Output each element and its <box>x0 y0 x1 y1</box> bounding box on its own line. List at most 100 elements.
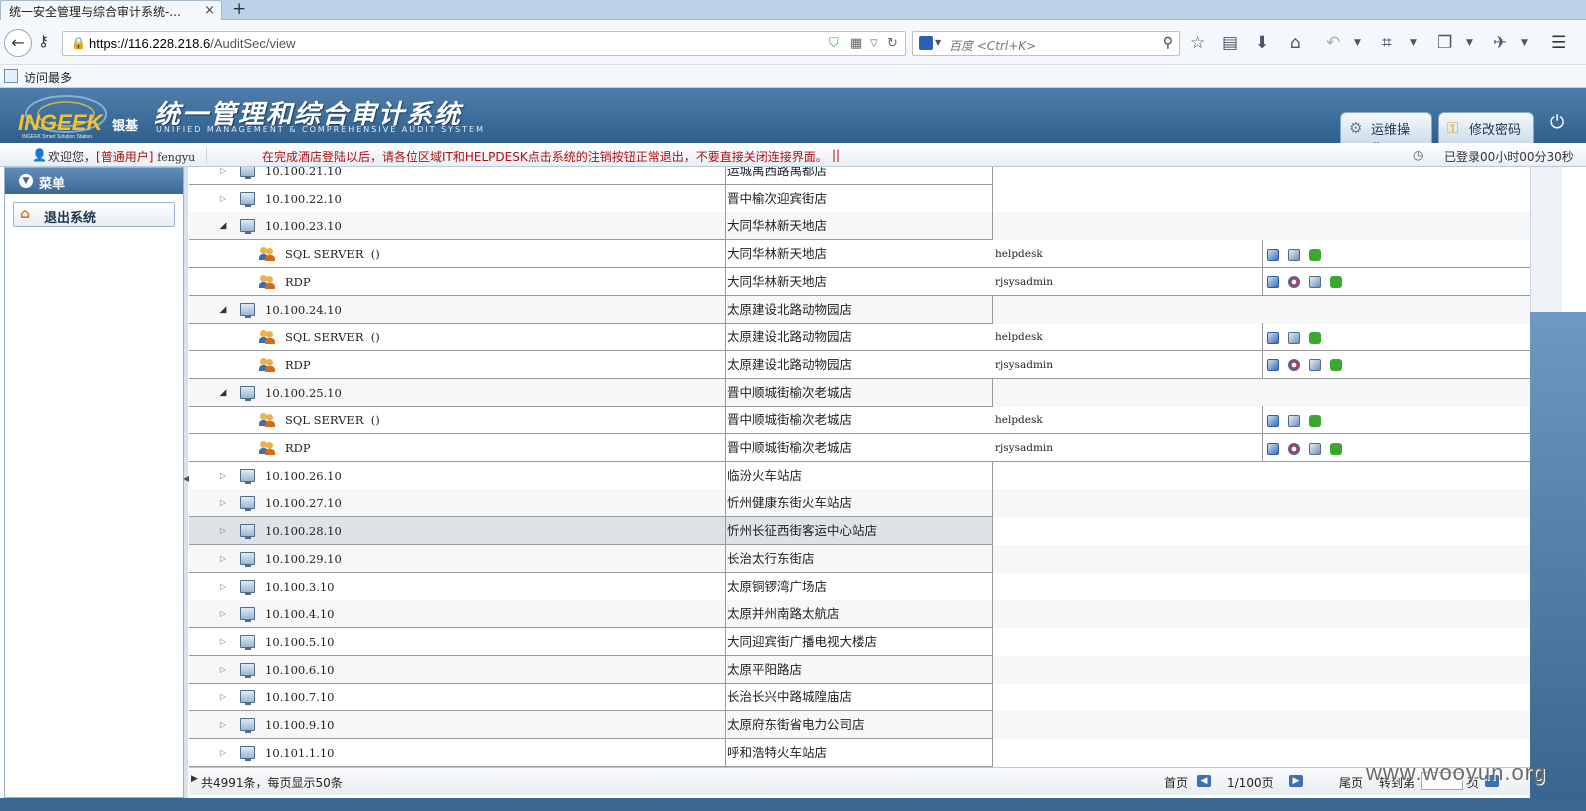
host-row[interactable]: ▷ 10.100.27.10 忻州健康东街火车站店 <box>189 489 1530 518</box>
host-ip[interactable]: 10.100.5.10 <box>265 628 335 655</box>
connect-icon[interactable] <box>1267 414 1279 427</box>
plugin-icon[interactable] <box>1330 359 1342 372</box>
connect-icon[interactable] <box>1267 442 1279 455</box>
host-ip[interactable]: 10.100.7.10 <box>265 683 335 710</box>
key-icon[interactable]: ⚷ <box>38 32 49 50</box>
star-icon[interactable]: ☆ <box>1190 33 1205 53</box>
chevron-down-icon[interactable]: ▼ <box>1466 38 1473 48</box>
host-row[interactable]: ◢ 10.100.24.10 太原建设北路动物园店 <box>189 295 1530 324</box>
search-bar[interactable]: ▼ 百度 <Ctrl+K> ⚲ <box>912 31 1180 56</box>
service-name[interactable]: RDP <box>285 351 311 379</box>
browser-icon[interactable] <box>1288 442 1300 455</box>
host-row[interactable]: ▷ 10.100.22.10 晋中榆次迎宾街店 <box>189 184 1530 213</box>
service-name[interactable]: SQL SERVER () <box>285 323 380 351</box>
host-ip[interactable]: 10.100.23.10 <box>265 212 342 239</box>
download-icon[interactable]: ⬇ <box>1255 33 1269 53</box>
expand-icon[interactable]: ▷ <box>218 489 228 516</box>
plugin-icon[interactable] <box>1330 276 1342 289</box>
expand-icon[interactable]: ▷ <box>218 683 228 710</box>
expand-arrow-icon[interactable]: ▶ <box>191 774 198 784</box>
session-icon[interactable] <box>1309 276 1321 289</box>
hamburger-menu-icon[interactable]: ☰ <box>1551 33 1566 53</box>
host-row[interactable]: ▷ 10.100.5.10 大同迎宾街广播电视大楼店 <box>189 627 1530 656</box>
host-row[interactable]: ▷ 10.100.7.10 长治长兴中路城隍庙店 <box>189 683 1530 712</box>
search-engine-icon[interactable] <box>919 36 933 50</box>
session-icon[interactable] <box>1288 331 1300 344</box>
expand-icon[interactable]: ▷ <box>218 573 228 600</box>
chevron-down-icon[interactable]: ▼ <box>1521 38 1528 48</box>
search-icon[interactable]: ⚲ <box>1163 35 1173 51</box>
expand-icon[interactable]: ▷ <box>218 545 228 572</box>
first-page-button[interactable]: 首页 <box>1164 774 1188 791</box>
host-ip[interactable]: 10.100.4.10 <box>265 600 335 627</box>
session-icon[interactable] <box>1288 414 1300 427</box>
scrollbar[interactable] <box>1530 167 1562 312</box>
host-row[interactable]: ▷ 10.100.28.10 忻州长征西街客运中心站店 <box>189 517 1530 546</box>
expand-icon[interactable]: ▷ <box>218 462 228 489</box>
plugin-icon[interactable] <box>1309 414 1321 427</box>
expand-icon[interactable]: ▷ <box>218 739 228 766</box>
host-row[interactable]: ◢ 10.100.25.10 晋中顺城街榆次老城店 <box>189 378 1530 407</box>
host-row[interactable]: ◢ 10.100.23.10 大同华林新天地店 <box>189 212 1530 241</box>
url-text[interactable]: https://116.228.218.6/AuditSec/view <box>89 36 295 51</box>
expand-icon[interactable]: ▷ <box>218 167 228 184</box>
shield-icon[interactable]: ⛉ <box>829 36 839 51</box>
last-page-button[interactable]: 尾页 <box>1339 774 1363 791</box>
url-bar[interactable]: 🔒 https://116.228.218.6/AuditSec/view ⛉ … <box>62 31 906 56</box>
plugin-icon[interactable] <box>1309 331 1321 344</box>
collapse-icon[interactable]: ◢ <box>218 212 228 239</box>
browser-icon[interactable] <box>1288 359 1300 372</box>
home-icon[interactable]: ⌂ <box>1290 33 1301 53</box>
tab-change-password[interactable]: ⚿ 修改密码 <box>1438 112 1534 143</box>
expand-icon[interactable]: ▷ <box>218 185 228 212</box>
service-name[interactable]: SQL SERVER () <box>285 240 380 268</box>
prev-page-icon[interactable]: ◀ <box>1197 775 1211 787</box>
host-ip[interactable]: 10.100.26.10 <box>265 462 342 489</box>
collapse-icon[interactable]: ◢ <box>218 296 228 323</box>
host-ip[interactable]: 10.100.24.10 <box>265 296 342 323</box>
host-ip[interactable]: 10.100.21.10 <box>265 167 342 184</box>
chevron-down-icon[interactable]: ▼ <box>935 38 941 47</box>
close-icon[interactable]: × <box>204 3 215 18</box>
qrcode-icon[interactable]: ▦ <box>850 36 862 51</box>
chevron-down-icon[interactable]: ▼ <box>1410 38 1417 48</box>
reload-icon[interactable]: ↻ <box>887 36 898 51</box>
service-row[interactable]: SQL SERVER () 晋中顺城街榆次老城店 helpdesk <box>189 406 1530 435</box>
host-row[interactable]: ▷ 10.100.26.10 临汾火车站店 <box>189 461 1530 490</box>
host-ip[interactable]: 10.100.22.10 <box>265 185 342 212</box>
back-button[interactable]: ← <box>4 29 32 57</box>
expand-icon[interactable]: ▷ <box>218 656 228 683</box>
collapse-icon[interactable]: ◢ <box>218 379 228 406</box>
service-name[interactable]: RDP <box>285 434 311 462</box>
host-row[interactable]: ▷ 10.100.4.10 太原并州南路太航店 <box>189 600 1530 629</box>
service-name[interactable]: RDP <box>285 268 311 296</box>
host-ip[interactable]: 10.100.25.10 <box>265 379 342 406</box>
host-row[interactable]: ▷ 10.100.6.10 太原平阳路店 <box>189 655 1530 684</box>
service-row[interactable]: RDP 晋中顺城街榆次老城店 rjsysadmin <box>189 434 1530 462</box>
service-row[interactable]: RDP 太原建设北路动物园店 rjsysadmin <box>189 350 1530 379</box>
chevron-down-icon[interactable]: ▼ <box>19 174 33 188</box>
browser-tab[interactable]: 统一安全管理与综合审计系统-... × <box>0 0 222 20</box>
connect-icon[interactable] <box>1267 331 1279 344</box>
tab-operations[interactable]: ⚙ 运维操作 <box>1340 112 1432 143</box>
host-row[interactable]: ▷ 10.100.21.10 运城禹西路禹都店 <box>189 167 1530 185</box>
dropdown-icon[interactable]: ▽ <box>870 38 878 49</box>
next-page-icon[interactable]: ▶ <box>1289 775 1303 787</box>
plugin-icon[interactable] <box>1330 442 1342 455</box>
host-row[interactable]: ▷ 10.101.1.10 呼和浩特火车站店 <box>189 738 1530 767</box>
plugin-icon[interactable] <box>1309 248 1321 261</box>
expand-icon[interactable]: ▷ <box>218 517 228 544</box>
host-ip[interactable]: 10.101.1.10 <box>265 739 335 766</box>
host-ip[interactable]: 10.100.9.10 <box>265 711 335 738</box>
host-ip[interactable]: 10.100.3.10 <box>265 573 335 600</box>
expand-icon[interactable]: ▷ <box>218 600 228 627</box>
service-name[interactable]: SQL SERVER () <box>285 406 380 434</box>
undo-icon[interactable]: ↶ <box>1326 33 1340 53</box>
crop-icon[interactable]: ⌗ <box>1382 33 1392 53</box>
host-ip[interactable]: 10.100.6.10 <box>265 656 335 683</box>
expand-icon[interactable]: ▷ <box>218 628 228 655</box>
session-icon[interactable] <box>1309 359 1321 372</box>
host-row[interactable]: ▷ 10.100.29.10 长治太行东街店 <box>189 544 1530 573</box>
service-row[interactable]: SQL SERVER () 大同华林新天地店 helpdesk <box>189 240 1530 269</box>
session-icon[interactable] <box>1309 442 1321 455</box>
